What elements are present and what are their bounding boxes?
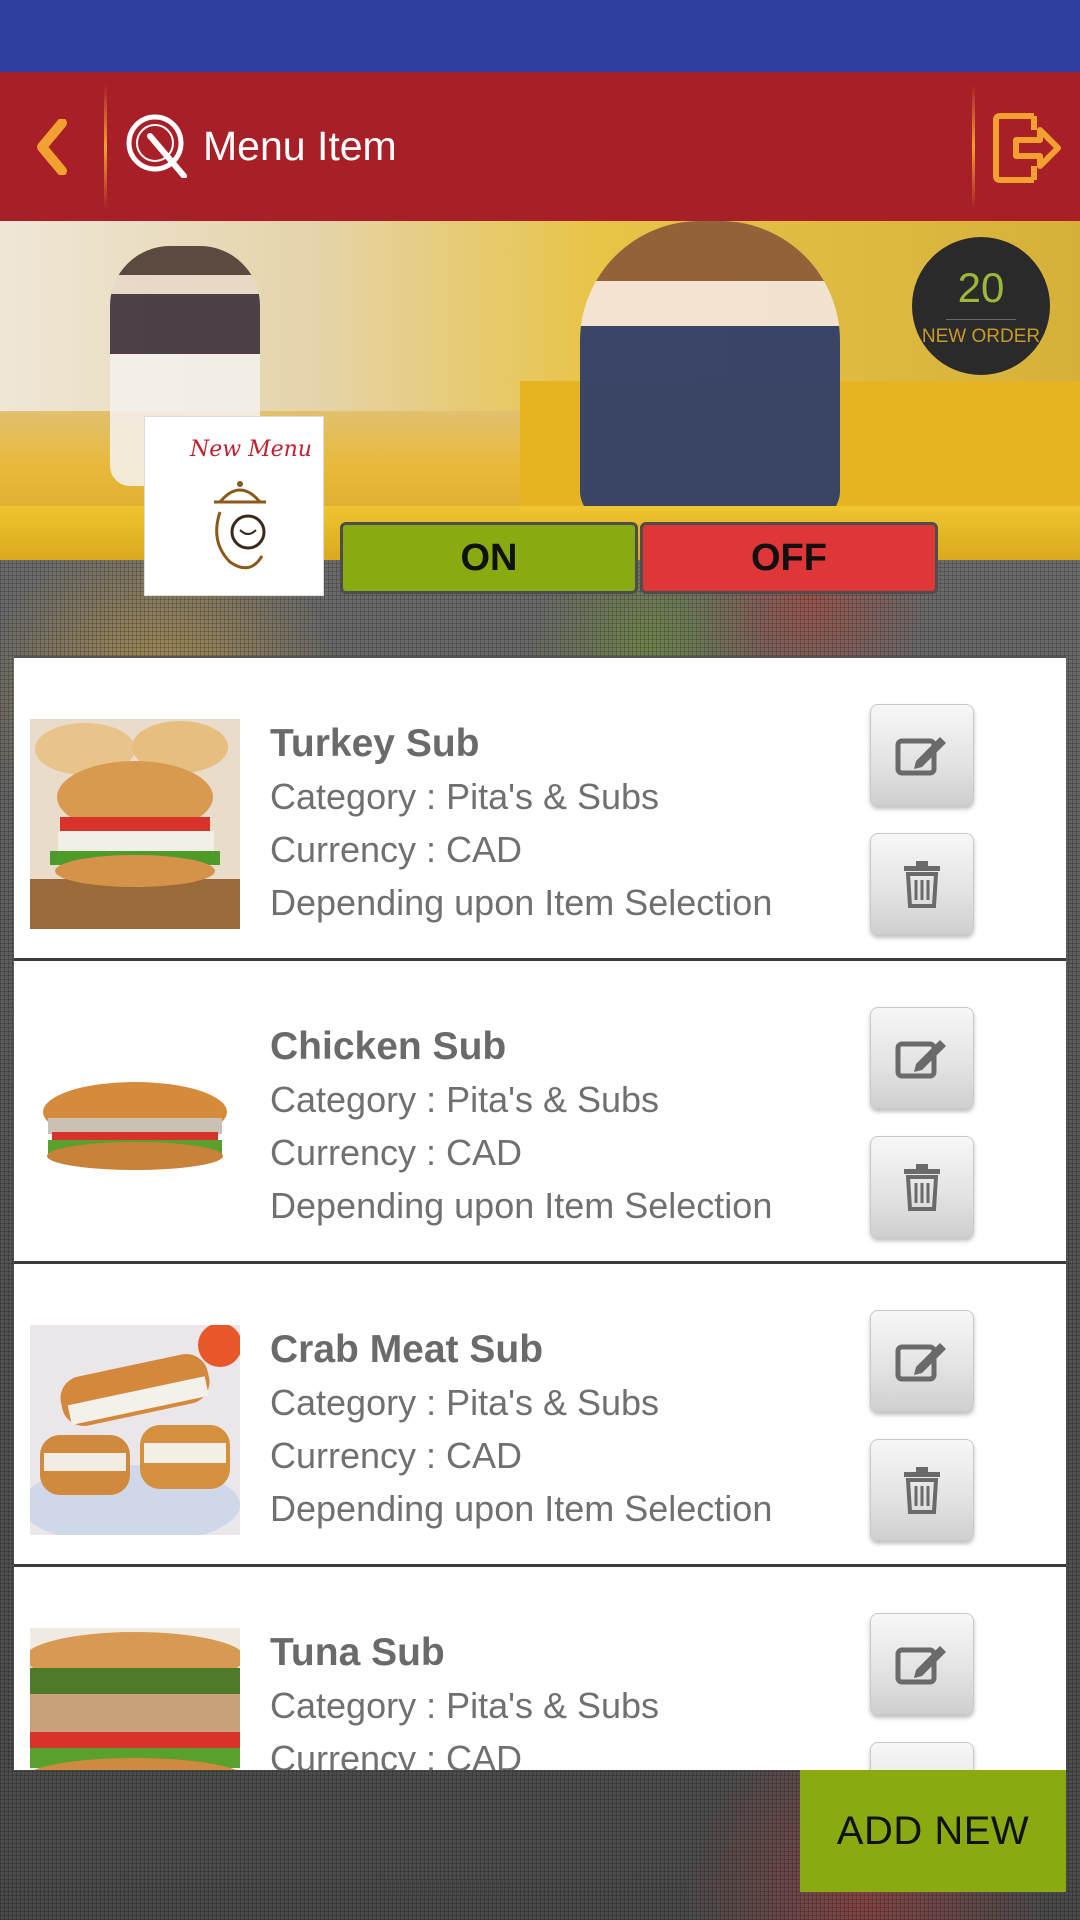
delete-button[interactable] [870, 833, 974, 935]
new-menu-logo: New Menu [144, 416, 324, 596]
status-bar [0, 0, 1080, 72]
item-price: Depending upon Item Selection [270, 882, 773, 923]
edit-button[interactable] [870, 1007, 974, 1109]
item-thumbnail [30, 1325, 240, 1535]
item-name: Tuna Sub [270, 1631, 445, 1674]
edit-button[interactable] [870, 1310, 974, 1412]
logout-icon[interactable] [990, 110, 1062, 186]
edit-button[interactable] [870, 704, 974, 806]
q-logo-icon [126, 114, 187, 178]
edit-button[interactable] [870, 1613, 974, 1715]
item-thumbnail [30, 1022, 240, 1232]
item-currency: Currency : CAD [270, 1132, 523, 1173]
delete-button[interactable] [870, 1439, 974, 1541]
item-currency: Currency : CAD [270, 1435, 523, 1476]
new-order-badge[interactable]: 20 NEW ORDER [912, 237, 1050, 375]
item-thumbnail [30, 1628, 240, 1770]
app-bar: Menu Item [0, 72, 1080, 221]
new-menu-logo-text: New Menu [190, 437, 312, 462]
item-name: Chicken Sub [270, 1025, 507, 1068]
delete-button[interactable] [870, 1742, 974, 1770]
chef-icon [214, 481, 266, 570]
trash-icon [904, 861, 940, 908]
item-name: Turkey Sub [270, 722, 480, 765]
edit-icon [895, 1040, 946, 1079]
item-currency: Currency : CAD [270, 829, 523, 870]
edit-icon [895, 1343, 946, 1382]
chevron-left-icon [37, 118, 67, 175]
divider [972, 84, 975, 209]
delete-button[interactable] [870, 1136, 974, 1238]
list-item[interactable]: Tuna Sub Category : Pita's & Subs Curren… [14, 1567, 1066, 1770]
menu-item-list[interactable]: Turkey Sub Category : Pita's & Subs Curr… [14, 656, 1066, 1770]
item-price: Depending upon Item Selection [270, 1488, 773, 1529]
page-title: Menu Item [203, 123, 397, 169]
list-item[interactable]: Crab Meat Sub Category : Pita's & Subs C… [14, 1264, 1066, 1567]
add-new-button[interactable]: ADD NEW [800, 1770, 1066, 1892]
list-item[interactable]: Turkey Sub Category : Pita's & Subs Curr… [14, 658, 1066, 961]
on-button[interactable]: ON [340, 522, 638, 594]
item-name: Crab Meat Sub [270, 1328, 544, 1371]
divider [104, 84, 107, 209]
item-category: Category : Pita's & Subs [270, 1685, 660, 1726]
item-thumbnail [30, 719, 240, 929]
new-order-label: NEW ORDER [921, 325, 1041, 347]
trash-icon [904, 1164, 940, 1211]
item-price: Depending upon Item Selection [270, 1185, 773, 1226]
badge-divider [946, 318, 1016, 320]
list-item[interactable]: Chicken Sub Category : Pita's & Subs Cur… [14, 961, 1066, 1264]
off-button[interactable]: OFF [640, 522, 938, 594]
hero-image [580, 221, 840, 521]
item-category: Category : Pita's & Subs [270, 776, 660, 817]
new-order-count: 20 [957, 263, 1005, 311]
edit-icon [895, 737, 946, 776]
item-category: Category : Pita's & Subs [270, 1079, 660, 1120]
back-button[interactable] [0, 72, 104, 221]
trash-icon [904, 1467, 940, 1514]
edit-icon [895, 1646, 946, 1685]
item-category: Category : Pita's & Subs [270, 1382, 660, 1423]
item-currency: Currency : CAD [270, 1738, 523, 1770]
